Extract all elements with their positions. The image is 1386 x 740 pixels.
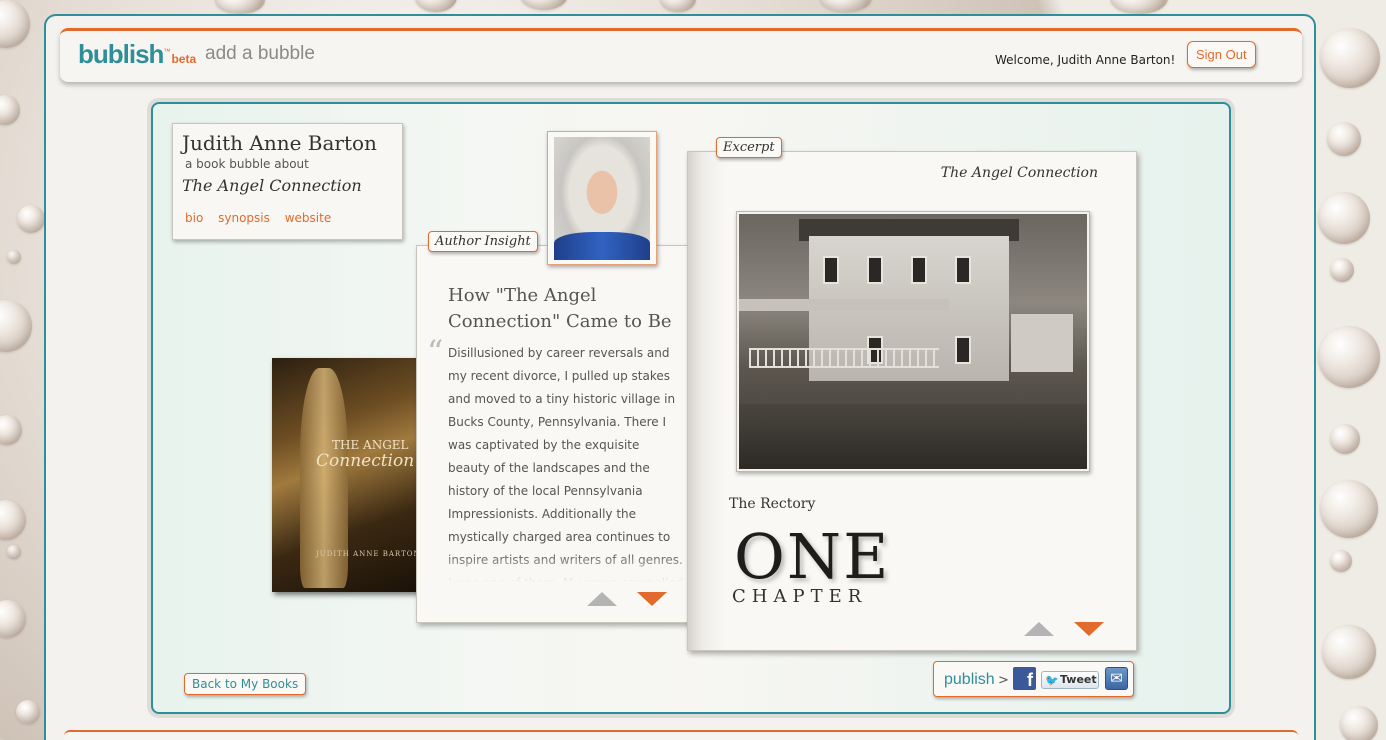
synopsis-link[interactable]: synopsis <box>218 211 270 225</box>
excerpt-spine <box>688 152 726 650</box>
excerpt-scroll-up-icon[interactable] <box>1024 622 1054 636</box>
cover-title-line1: THE ANGEL <box>332 438 409 452</box>
website-link[interactable]: website <box>285 211 332 225</box>
excerpt-scroll-down-icon[interactable] <box>1074 622 1104 636</box>
lawn <box>739 404 1087 469</box>
welcome-text: Welcome, Judith Anne Barton! <box>995 53 1176 67</box>
scroll-down-icon[interactable] <box>637 592 667 606</box>
house-window <box>911 256 927 284</box>
author-portrait-shirt <box>554 232 650 260</box>
rectory-photo <box>736 211 1090 472</box>
excerpt-card: The Angel Connection The Rectory ONE CHA… <box>687 151 1137 651</box>
top-bar: bublish™beta add a bubble Welcome, Judit… <box>60 28 1302 82</box>
logo-tm: ™ <box>163 48 170 56</box>
tweet-label: Tweet <box>1060 673 1097 686</box>
cover-author: JUDITH ANNE BARTON <box>316 550 421 558</box>
page-title: add a bubble <box>205 43 315 64</box>
publish-label: publish <box>944 671 995 688</box>
author-insight-tag: Author Insight <box>428 231 538 252</box>
book-links: bio synopsis website <box>185 211 342 225</box>
back-to-my-books-button[interactable]: Back to My Books <box>184 673 307 695</box>
facebook-icon[interactable]: f <box>1013 667 1036 690</box>
rectory-scene <box>739 214 1087 469</box>
excerpt-book-title: The Angel Connection <box>940 165 1098 181</box>
author-insight-card: How "The Angel Connection" Came to Be “ … <box>416 245 699 623</box>
house-window <box>823 256 839 284</box>
book-cover[interactable]: THE ANGEL Connection JUDITH ANNE BARTON <box>272 358 425 592</box>
logo-beta: beta <box>171 52 197 66</box>
bublish-logo[interactable]: bublish™beta <box>78 39 196 70</box>
quote-mark-icon: “ <box>427 333 444 371</box>
chapter-word: CHAPTER <box>732 586 868 607</box>
chapter-number: ONE <box>734 520 891 593</box>
porch-rail <box>749 348 939 368</box>
author-photo <box>547 131 657 265</box>
logo-text: bublish <box>78 39 164 69</box>
shed <box>1011 314 1073 372</box>
bio-link[interactable]: bio <box>185 211 203 225</box>
book-card: Judith Anne Barton a book bubble about T… <box>172 123 403 240</box>
book-title: The Angel Connection <box>182 176 362 195</box>
twitter-bird-icon: 🐦 <box>1045 674 1059 687</box>
bottom-bar <box>64 730 1298 740</box>
tweet-button[interactable]: 🐦 Tweet <box>1041 671 1099 689</box>
scroll-up-icon[interactable] <box>587 592 617 606</box>
excerpt-caption: The Rectory <box>729 496 816 512</box>
porch-roof <box>739 299 949 311</box>
excerpt-tag: Excerpt <box>716 137 782 158</box>
cover-title-line2: Connection <box>316 451 415 471</box>
insight-heading: How "The Angel Connection" Came to Be <box>448 285 672 332</box>
sign-out-button[interactable]: Sign Out <box>1187 41 1256 68</box>
publish-arrow: > <box>998 673 1009 688</box>
house-window <box>867 256 883 284</box>
bubble-about-label: a book bubble about <box>185 157 309 171</box>
house-window <box>955 256 971 284</box>
house-window <box>955 336 971 364</box>
mail-icon[interactable]: ✉ <box>1105 667 1128 690</box>
author-name: Judith Anne Barton <box>182 131 377 155</box>
share-bar: publish > f 🐦 Tweet ✉ <box>933 661 1134 697</box>
insight-body: Disillusioned by career reversals and my… <box>448 346 683 582</box>
